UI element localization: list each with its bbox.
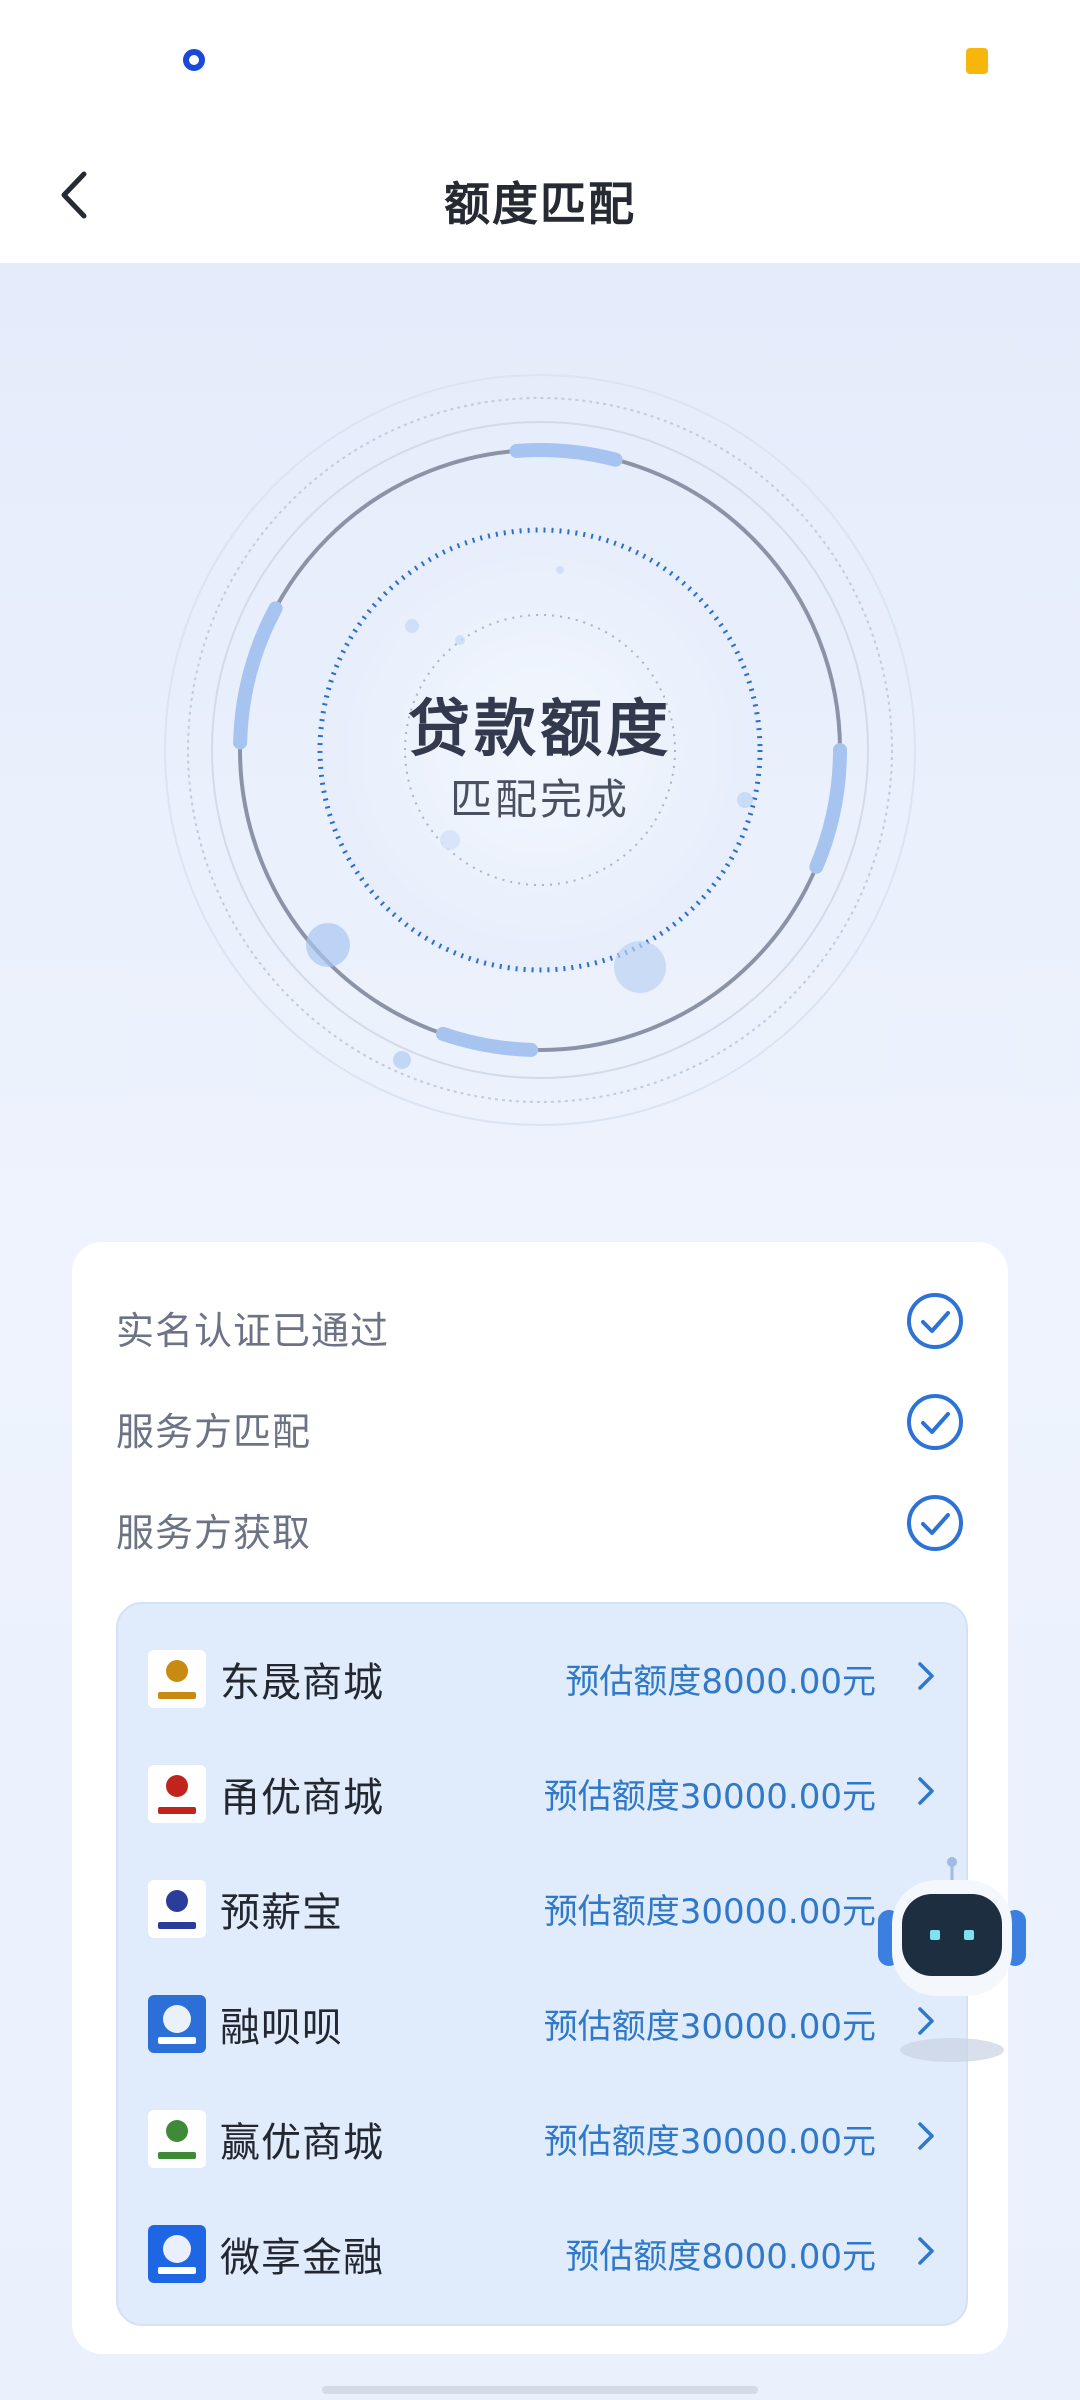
battery-icon	[966, 48, 988, 74]
provider-logo	[148, 1765, 206, 1823]
provider-logo	[148, 1650, 206, 1708]
check-label: 服务方匹配	[116, 1410, 312, 1454]
check-circle-icon	[907, 1394, 963, 1450]
provider-amount: 预估额度8000.00元	[565, 2237, 876, 2277]
home-indicator	[322, 2386, 758, 2394]
check-circle-icon	[907, 1293, 963, 1349]
provider-amount: 预估额度30000.00元	[543, 2122, 876, 2162]
provider-logo	[148, 1880, 206, 1938]
match-card: 实名认证已通过 服务方匹配 服务方获取 东晟商城 预估额度8000.00元 甬优…	[72, 1242, 1008, 2354]
check-circle-icon	[907, 1495, 963, 1551]
provider-name: 微享金融	[220, 2235, 384, 2281]
chevron-right-icon	[918, 1777, 934, 1805]
chevron-right-icon	[918, 1662, 934, 1690]
provider-item[interactable]: 东晟商城 预估额度8000.00元	[118, 1620, 970, 1735]
provider-item[interactable]: 融呗呗 预估额度30000.00元	[118, 1965, 970, 2080]
provider-amount: 预估额度30000.00元	[543, 1777, 876, 1817]
chevron-right-icon	[918, 2237, 934, 2265]
provider-item[interactable]: 甬优商城 预估额度30000.00元	[118, 1735, 970, 1850]
provider-name: 赢优商城	[220, 2120, 384, 2166]
provider-amount: 预估额度30000.00元	[543, 1892, 876, 1932]
provider-name: 东晟商城	[220, 1660, 384, 1706]
status-indicator-icon	[183, 49, 205, 71]
provider-logo	[148, 2110, 206, 2168]
page-title: 额度匹配	[444, 177, 636, 231]
nav-bar: 额度匹配	[0, 120, 1080, 263]
check-label: 实名认证已通过	[116, 1309, 390, 1353]
provider-name: 融呗呗	[220, 2005, 343, 2051]
chevron-right-icon	[918, 2122, 934, 2150]
provider-name: 预薪宝	[220, 1890, 343, 1936]
provider-amount: 预估额度8000.00元	[565, 1662, 876, 1702]
provider-logo	[148, 2225, 206, 2283]
provider-list: 东晟商城 预估额度8000.00元 甬优商城 预估额度30000.00元 预薪宝…	[116, 1602, 968, 2326]
check-label: 服务方获取	[116, 1511, 312, 1555]
result-title: 贷款额度	[407, 692, 672, 765]
robot-icon[interactable]	[872, 1850, 1032, 2070]
provider-item[interactable]: 预薪宝 预估额度30000.00元	[118, 1850, 970, 1965]
result-subtitle: 匹配完成	[449, 775, 630, 824]
check-row-provider-fetch: 服务方获取	[116, 1494, 964, 1564]
provider-item[interactable]: 赢优商城 预估额度30000.00元	[118, 2080, 970, 2195]
provider-logo	[148, 1995, 206, 2053]
provider-name: 甬优商城	[220, 1775, 384, 1821]
check-row-realname: 实名认证已通过	[116, 1292, 964, 1362]
status-bar	[0, 0, 1080, 120]
check-row-provider-match: 服务方匹配	[116, 1393, 964, 1463]
provider-item[interactable]: 微享金融 预估额度8000.00元	[118, 2195, 970, 2310]
provider-amount: 预估额度30000.00元	[543, 2007, 876, 2047]
